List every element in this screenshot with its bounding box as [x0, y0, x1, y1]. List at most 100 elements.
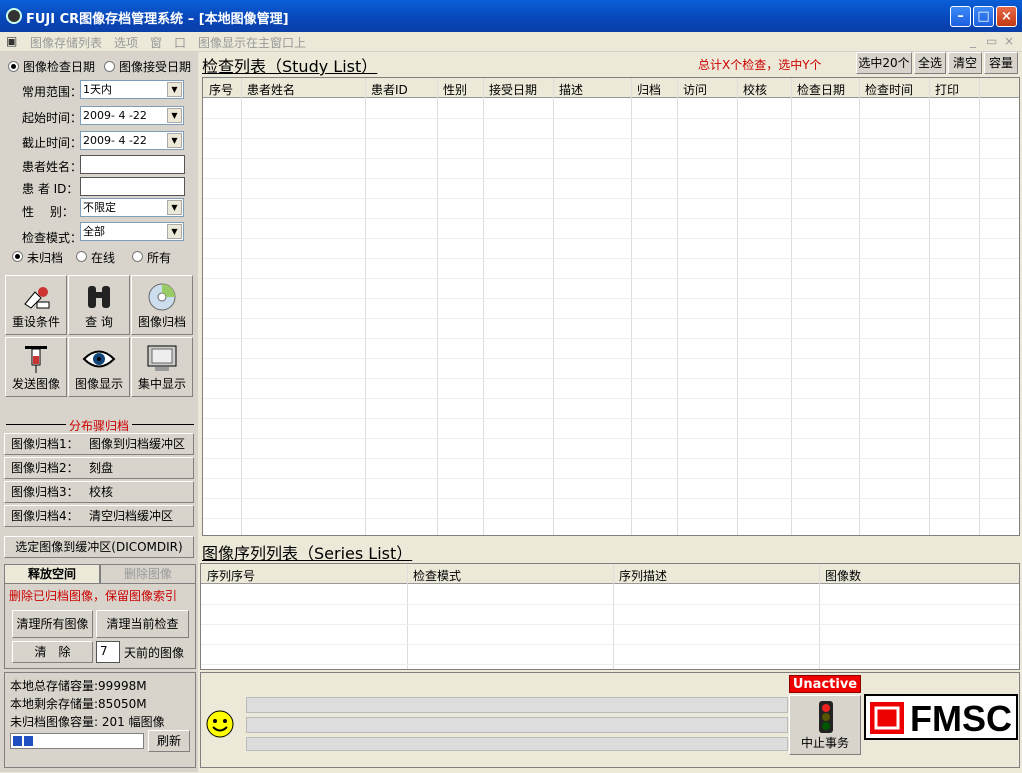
minimize-button[interactable]: – — [950, 6, 971, 27]
storage-progress — [10, 733, 144, 749]
grid-line — [201, 604, 1019, 605]
tab-free-space[interactable]: 释放空间 — [4, 564, 100, 584]
steps-title: 分布骤归档 — [66, 417, 133, 434]
radio-all[interactable] — [132, 251, 143, 262]
dicomdir-button[interactable]: 选定图像到缓冲区(DICOMDIR) — [4, 536, 194, 558]
select-20-button[interactable]: 选中20个 — [856, 52, 912, 74]
archive-step-2-button[interactable]: 图像归档2： 刻盘 — [4, 457, 194, 479]
grid-line — [203, 378, 1019, 379]
col-header[interactable]: 患者姓名 — [247, 81, 295, 98]
col-header[interactable]: 归档 — [637, 81, 661, 98]
grid-line — [203, 358, 1019, 359]
col-header[interactable]: 序列描述 — [619, 567, 667, 584]
col-header[interactable]: 性别 — [443, 81, 467, 98]
study-table[interactable]: 序号 患者姓名 患者ID 性别 接受日期 描述 归档 访问 校核 检查日期 检查… — [202, 77, 1020, 536]
reset-button[interactable]: 重设条件 — [5, 275, 67, 335]
query-button[interactable]: 查 询 — [68, 275, 130, 335]
grid-line — [437, 78, 438, 535]
progress-bar-2 — [246, 717, 788, 733]
grid-line — [203, 258, 1019, 259]
clear-button[interactable]: 清 除 — [12, 641, 93, 663]
select-all-button[interactable]: 全选 — [914, 52, 946, 74]
col-header[interactable]: 图像数 — [825, 567, 861, 584]
image-display-button[interactable]: 图像显示 — [68, 337, 130, 397]
end-time-picker[interactable]: 2009- 4 -22 ▼ — [80, 131, 184, 150]
mdi-restore-icon[interactable]: ▭ — [986, 34, 997, 48]
patient-id-input[interactable] — [80, 177, 185, 196]
radio-unarchived[interactable] — [12, 251, 23, 262]
col-header[interactable]: 校核 — [743, 81, 767, 98]
mdi-min-icon[interactable]: _ — [970, 34, 976, 48]
menu-item-window[interactable]: 窗 — [150, 34, 162, 51]
col-header[interactable]: 序号 — [209, 81, 233, 98]
radio-receive-date[interactable] — [104, 61, 115, 72]
archive-step-4-button[interactable]: 图像归档4： 清空归档缓冲区 — [4, 505, 194, 527]
cd-icon — [148, 283, 176, 311]
sex-select[interactable]: 不限定 ▼ — [80, 198, 184, 217]
col-header[interactable]: 检查模式 — [413, 567, 461, 584]
storage-remaining: 本地剩余存储量:85050M — [10, 697, 147, 711]
mdi-icon: ▣ — [6, 34, 18, 48]
radio-exam-date-label: 图像检查日期 — [23, 60, 96, 74]
grid-line — [203, 398, 1019, 399]
chevron-down-icon: ▼ — [167, 82, 182, 97]
menu-item-image-list[interactable]: 图像存储列表 — [30, 34, 102, 51]
maximize-button[interactable]: □ — [973, 6, 994, 27]
radio-online[interactable] — [76, 251, 87, 262]
mdi-close-icon[interactable]: × — [1004, 34, 1014, 48]
close-button[interactable]: × — [996, 6, 1017, 27]
grid-line — [483, 78, 484, 535]
patient-name-input[interactable] — [80, 155, 185, 174]
menu-item-mouth[interactable]: 口 — [174, 34, 186, 51]
col-header[interactable]: 序列序号 — [207, 567, 255, 584]
menu-item-options[interactable]: 选项 — [114, 34, 138, 51]
chevron-down-icon: ▼ — [167, 200, 182, 215]
patient-name-label: 患者姓名： — [22, 160, 83, 174]
col-header[interactable]: 打印 — [935, 81, 959, 98]
col-header[interactable]: 患者ID — [371, 81, 408, 98]
tab-delete-image[interactable]: 删除图像 — [100, 564, 196, 584]
menu-item-display-main[interactable]: 图像显示在主窗口上 — [198, 34, 306, 51]
grid-line — [201, 644, 1019, 645]
series-list-title: 图像序列列表（Series List） — [202, 544, 413, 563]
col-header[interactable]: 检查时间 — [865, 81, 913, 98]
grid-line — [553, 78, 554, 535]
grid-line — [201, 624, 1019, 625]
stop-transaction-button[interactable]: 中止事务 — [789, 695, 861, 755]
col-header[interactable]: 检查日期 — [797, 81, 845, 98]
grid-line — [203, 158, 1019, 159]
radio-exam-date[interactable] — [8, 61, 19, 72]
clear-selection-button[interactable]: 清空 — [948, 52, 982, 74]
radio-receive-date-label: 图像接受日期 — [119, 60, 192, 74]
archive-button[interactable]: 图像归档 — [131, 275, 193, 335]
grid-line — [365, 78, 366, 535]
grid-line — [631, 78, 632, 535]
study-summary: 总计X个检查，选中Y个 — [698, 58, 822, 72]
col-header[interactable]: 描述 — [559, 81, 583, 98]
col-header[interactable]: 访问 — [683, 81, 707, 98]
exam-mode-select[interactable]: 全部 ▼ — [80, 222, 184, 241]
grid-line — [407, 564, 408, 669]
col-header[interactable]: 接受日期 — [489, 81, 537, 98]
clear-current-button[interactable]: 清理当前检查 — [96, 610, 189, 638]
grid-line — [979, 78, 980, 535]
common-range-select[interactable]: 1天内 ▼ — [80, 80, 184, 99]
grid-line — [203, 238, 1019, 239]
refresh-button[interactable]: 刷新 — [148, 730, 190, 752]
series-table[interactable]: 序列序号 检查模式 序列描述 图像数 — [200, 563, 1020, 670]
start-time-picker[interactable]: 2009- 4 -22 ▼ — [80, 106, 184, 125]
send-image-button[interactable]: 发送图像 — [5, 337, 67, 397]
unactive-badge: Unactive — [789, 675, 861, 693]
grid-line — [203, 178, 1019, 179]
storage-total: 本地总存储容量:99998M — [10, 679, 147, 693]
app-icon — [6, 8, 22, 24]
clear-all-button[interactable]: 清理所有图像 — [12, 610, 93, 638]
radio-online-label: 在线 — [91, 251, 116, 265]
days-input[interactable]: 7 — [96, 641, 120, 663]
archive-step-3-button[interactable]: 图像归档3： 校核 — [4, 481, 194, 503]
capacity-button[interactable]: 容量 — [984, 52, 1018, 74]
archive-step-1-button[interactable]: 图像归档1： 图像到归档缓冲区 — [4, 433, 194, 455]
central-display-button[interactable]: 集中显示 — [131, 337, 193, 397]
grid-line — [613, 564, 614, 669]
storage-unarchived: 未归档图像容量: 201 幅图像 — [10, 715, 165, 729]
